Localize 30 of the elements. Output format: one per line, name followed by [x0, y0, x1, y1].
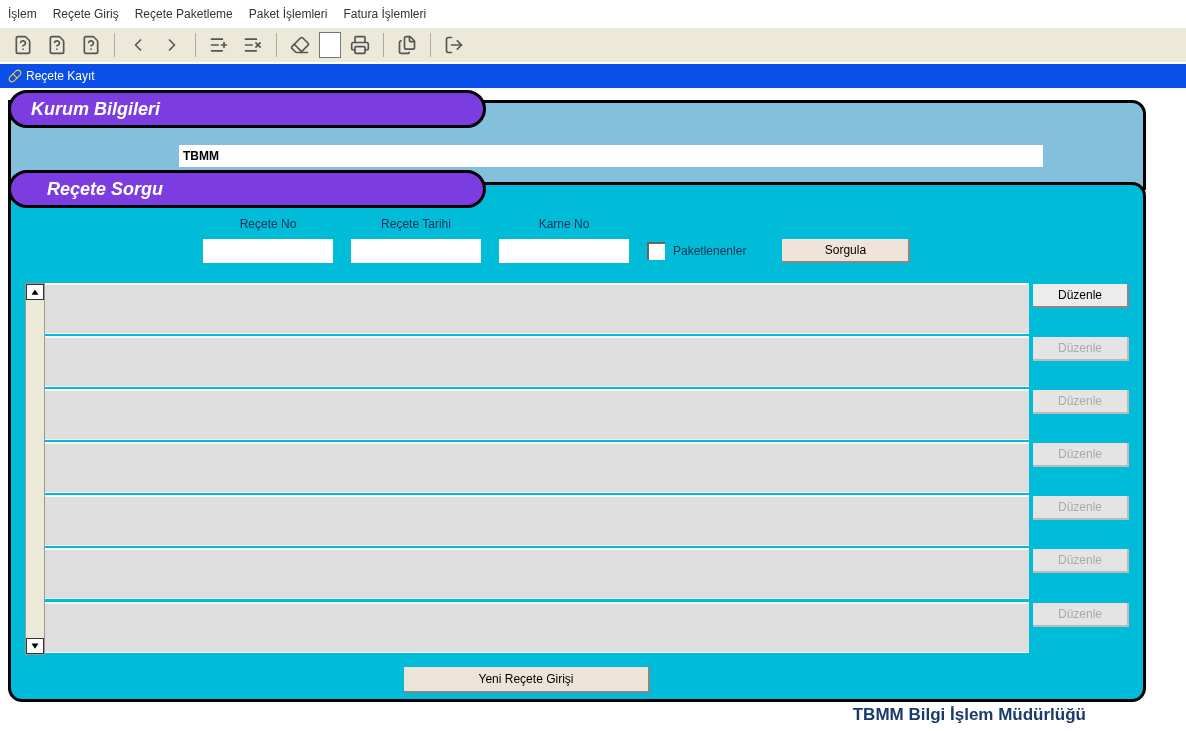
menu-item[interactable]: Reçete Giriş: [52, 5, 119, 23]
edit-button: Düzenle: [1033, 443, 1129, 468]
new-prescription-button[interactable]: Yeni Reçete Girişi: [404, 667, 650, 693]
edit-button[interactable]: Düzenle: [1033, 284, 1129, 308]
field-label: Reçete No: [239, 216, 297, 233]
scrollbar[interactable]: [25, 283, 45, 655]
search-field[interactable]: [351, 239, 481, 263]
window-title: Reçete Kayıt: [26, 68, 95, 85]
menu-item[interactable]: Fatura İşlemleri: [343, 5, 427, 23]
edit-button: Düzenle: [1033, 549, 1129, 574]
edit-button: Düzenle: [1033, 602, 1129, 627]
checkbox-label: Paketlenenler: [673, 243, 747, 260]
query-button[interactable]: Sorgula: [782, 239, 911, 263]
edit-button: Düzenle: [1033, 337, 1129, 362]
menu-item[interactable]: Paket İşlemleri: [248, 5, 328, 23]
menu-item[interactable]: İşlem: [8, 5, 37, 23]
checkbox[interactable]: [647, 242, 665, 260]
field-label: Karne No: [538, 216, 590, 233]
scroll-down-icon[interactable]: [26, 638, 44, 654]
field-label: Reçete Tarihi: [381, 216, 451, 233]
menu-item[interactable]: Reçete Paketleme: [134, 5, 233, 23]
edit-button: Düzenle: [1033, 496, 1129, 521]
app-icon: [8, 69, 22, 83]
blank-page-icon[interactable]: [319, 32, 341, 58]
edit-button: Düzenle: [1033, 390, 1129, 415]
institution-field[interactable]: TBMM: [179, 145, 1043, 167]
footer-text: TBMM Bilgi İşlem Müdürlüğü: [852, 704, 1086, 726]
scroll-up-icon[interactable]: [26, 284, 44, 300]
search-field[interactable]: [499, 239, 629, 263]
search-field[interactable]: [203, 239, 333, 263]
